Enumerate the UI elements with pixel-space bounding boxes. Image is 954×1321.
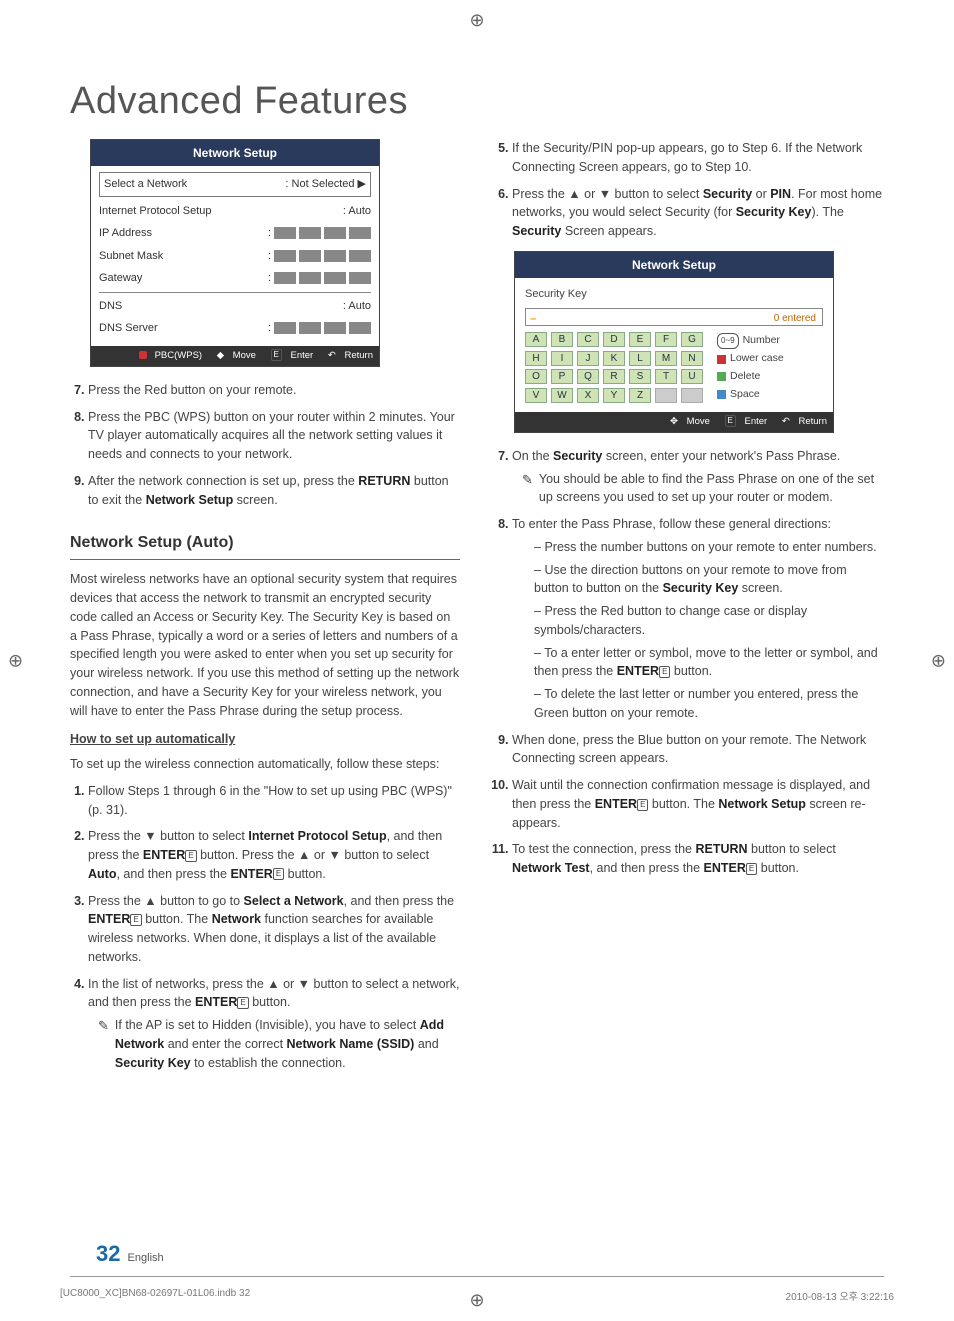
osd2-key: I — [551, 351, 573, 366]
right-step-5: If the Security/PIN pop-up appears, go t… — [512, 139, 884, 177]
osd1-gateway: Gateway — [99, 270, 142, 287]
osd-security-key: Network Setup Security Key – 0 entered A… — [514, 251, 834, 433]
footer-rule — [70, 1276, 884, 1277]
osd2-key: Q — [577, 369, 599, 384]
osd2-key: T — [655, 369, 677, 384]
osd1-dns: DNS — [99, 298, 122, 315]
osd2-key: H — [525, 351, 547, 366]
right-step-8: To enter the Pass Phrase, follow these g… — [512, 515, 884, 723]
osd2-key: C — [577, 332, 599, 347]
osd2-key: R — [603, 369, 625, 384]
step-9: After the network connection is set up, … — [88, 472, 460, 510]
dir-4: To a enter letter or symbol, move to the… — [534, 644, 884, 682]
osd1-ips-val: : Auto — [343, 203, 371, 220]
osd2-key: F — [655, 332, 677, 347]
osd2-key: L — [629, 351, 651, 366]
right-steps-5-6: If the Security/PIN pop-up appears, go t… — [494, 139, 884, 241]
osd2-input: – 0 entered — [525, 308, 823, 326]
osd2-key: P — [551, 369, 573, 384]
page-footer: 32 English — [96, 1241, 164, 1267]
osd2-key: M — [655, 351, 677, 366]
osd1-dns-server: DNS Server — [99, 320, 158, 337]
osd2-key: B — [551, 332, 573, 347]
file-name: [UC8000_XC]BN68-02697L-01L06.indb 32 — [60, 1288, 250, 1303]
osd2-key: O — [525, 369, 547, 384]
osd2-key: E — [629, 332, 651, 347]
dir-1: Press the number buttons on your remote … — [534, 538, 884, 557]
osd1-title: Network Setup — [91, 140, 379, 166]
osd2-key: N — [681, 351, 703, 366]
page-lang: English — [128, 1252, 164, 1264]
auto-step-3: Press the ▲ button to go to Select a Net… — [88, 892, 460, 967]
osd2-key — [681, 388, 703, 403]
right-step-11: To test the connection, press the RETURN… — [512, 840, 884, 878]
osd1-subnet: Subnet Mask — [99, 248, 163, 265]
osd-network-setup: Network Setup Select a Network : Not Sel… — [90, 139, 380, 367]
auto-step-2: Press the ▼ button to select Internet Pr… — [88, 827, 460, 883]
osd2-key: A — [525, 332, 547, 347]
auto-step-1: Follow Steps 1 through 6 in the "How to … — [88, 782, 460, 820]
osd2-key: X — [577, 388, 599, 403]
osd2-title: Network Setup — [515, 252, 833, 278]
osd2-keyboard: ABCDEFG HIJKLMN OPQRSTU VWXYZ — [525, 332, 703, 403]
dir-3: Press the Red button to change case or d… — [534, 602, 884, 640]
osd2-key: W — [551, 388, 573, 403]
section-rule — [70, 559, 460, 560]
osd2-key: V — [525, 388, 547, 403]
left-steps-7-9: Press the Red button on your remote. Pre… — [70, 381, 460, 510]
file-footer: [UC8000_XC]BN68-02697L-01L06.indb 32 201… — [60, 1288, 894, 1303]
right-steps-7-11: On the Security screen, enter your netwo… — [494, 447, 884, 878]
osd2-sideops: 0~9Number Lower case Delete Space — [717, 332, 784, 403]
osd2-key: K — [603, 351, 625, 366]
howto-heading: How to set up automatically — [70, 730, 460, 749]
left-steps-1-4: Follow Steps 1 through 6 in the "How to … — [70, 782, 460, 1073]
right-column: If the Security/PIN pop-up appears, go t… — [494, 139, 884, 1080]
osd2-seckey-label: Security Key — [525, 286, 823, 303]
file-timestamp: 2010-08-13 오후 3:22:16 — [786, 1288, 894, 1303]
step-7: Press the Red button on your remote. — [88, 381, 460, 400]
reg-mark-right: ⊕ — [931, 650, 946, 671]
right-step-10: Wait until the connection confirmation m… — [512, 776, 884, 832]
dir-2: Use the direction buttons on your remote… — [534, 561, 884, 599]
osd2-key: Z — [629, 388, 651, 403]
step-8: Press the PBC (WPS) button on your route… — [88, 408, 460, 464]
reg-mark-left: ⊕ — [8, 650, 23, 671]
osd1-select-net: Select a Network — [104, 176, 187, 193]
auto-intro: To set up the wireless connection automa… — [70, 755, 460, 774]
osd1-dns-val: : Auto — [343, 298, 371, 315]
note-icon: ✎ — [522, 470, 533, 508]
osd1-ip: IP Address — [99, 225, 152, 242]
osd2-key: D — [603, 332, 625, 347]
page-title: Advanced Features — [70, 80, 884, 123]
right-step-9: When done, press the Blue button on your… — [512, 731, 884, 769]
auto-step-4: In the list of networks, press the ▲ or … — [88, 975, 460, 1073]
osd2-key: U — [681, 369, 703, 384]
osd2-footer: ✥ Move E Enter ↶ Return — [515, 412, 833, 432]
step4-note: If the AP is set to Hidden (Invisible), … — [115, 1016, 460, 1072]
dir-5: To delete the last letter or number you … — [534, 685, 884, 723]
osd2-key: J — [577, 351, 599, 366]
section-heading-auto: Network Setup (Auto) — [70, 531, 460, 557]
osd2-key — [655, 388, 677, 403]
right-step-7: On the Security screen, enter your netwo… — [512, 447, 884, 507]
page-number: 32 — [96, 1241, 120, 1266]
right-step-6: Press the ▲ or ▼ button to select Securi… — [512, 185, 884, 241]
note-icon: ✎ — [98, 1016, 109, 1072]
osd2-key: S — [629, 369, 651, 384]
right-step7-note: You should be able to find the Pass Phra… — [539, 470, 884, 508]
osd2-key: G — [681, 332, 703, 347]
osd1-footer: PBC(WPS) ◆ Move E Enter ↶ Return — [91, 346, 379, 366]
osd1-ips: Internet Protocol Setup — [99, 203, 212, 220]
osd1-select-net-val: : Not Selected ▶ — [285, 176, 366, 193]
osd2-entered: 0 entered — [774, 311, 816, 326]
osd2-key: Y — [603, 388, 625, 403]
reg-mark-top: ⊕ — [469, 10, 484, 31]
auto-paragraph: Most wireless networks have an optional … — [70, 570, 460, 720]
left-column: Network Setup Select a Network : Not Sel… — [70, 139, 460, 1080]
